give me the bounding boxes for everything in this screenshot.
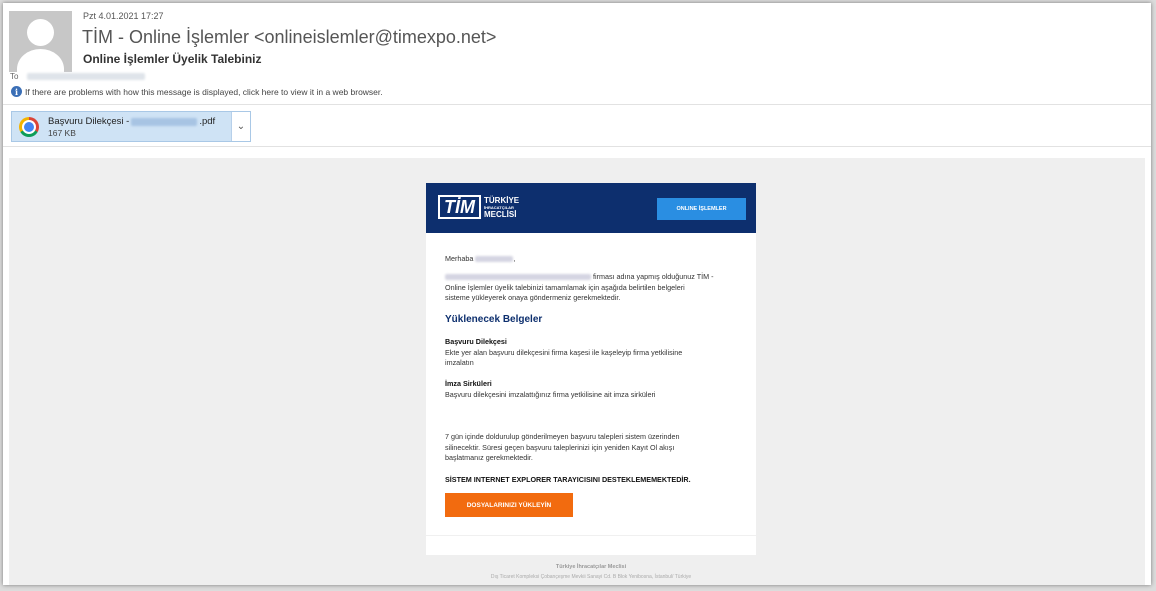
tim-logo[interactable]: TİM TÜRKİYE İHRACATÇILAR MECLİSİ — [438, 195, 519, 219]
info-text[interactable]: If there are problems with how this mess… — [25, 87, 383, 97]
divider — [3, 146, 1151, 147]
divider — [3, 104, 1151, 105]
attachment-size: 167 KB — [48, 128, 76, 138]
chrome-icon — [19, 117, 39, 137]
ie-warning: SİSTEM INTERNET EXPLORER TARAYICISINI DE… — [445, 475, 691, 484]
doc2-title: İmza Sirküleri — [445, 379, 492, 388]
online-islemler-button[interactable]: ONLINE İŞLEMLER — [657, 198, 746, 220]
footer-address: Dış Ticaret Kompleksi Çobançeşme Mevkii … — [490, 574, 692, 580]
divider — [426, 535, 756, 536]
doc2-block: İmza Sirküleri Başvuru dilekçesini imzal… — [445, 379, 656, 399]
email-sender[interactable]: TİM - Online İşlemler <onlineislemler@ti… — [82, 27, 496, 48]
company-redacted — [445, 274, 591, 281]
documents-heading: Yüklenecek Belgeler — [445, 314, 543, 325]
upload-files-button[interactable]: DOSYALARINIZI YÜKLEYİN — [445, 493, 573, 517]
deadline-paragraph: 7 gün içinde doldurulup gönderilmeyen ba… — [445, 432, 680, 462]
intro-paragraph: firması adına yapmış olduğunuz TİM - Onl… — [445, 272, 714, 302]
greeting: Merhaba , — [445, 254, 516, 263]
info-icon: i — [11, 86, 22, 97]
info-bar[interactable]: i If there are problems with how this me… — [11, 86, 383, 97]
doc1-block: Başvuru Dilekçesi Ekte yer alan başvuru … — [445, 337, 683, 367]
chevron-down-icon[interactable]: ⌄ — [231, 112, 250, 141]
email-window: Pzt 4.01.2021 17:27 TİM - Online İşlemle… — [3, 3, 1151, 585]
attachment-name: Başvuru Dilekçesi - .pdf — [48, 116, 216, 127]
email-date: Pzt 4.01.2021 17:27 — [83, 11, 164, 21]
attachment-item[interactable]: Başvuru Dilekçesi - .pdf 167 KB ⌄ — [11, 111, 251, 142]
footer-org: Türkiye İhracatçılar Meclisi — [555, 564, 627, 570]
doc1-title: Başvuru Dilekçesi — [445, 337, 507, 346]
email-subject: Online İşlemler Üyelik Talebiniz — [83, 52, 262, 66]
email-card-header: TİM TÜRKİYE İHRACATÇILAR MECLİSİ ONLINE … — [426, 183, 756, 233]
recipient-redacted — [27, 73, 145, 80]
to-label: To — [10, 72, 19, 81]
sender-avatar — [9, 11, 72, 72]
name-redacted — [475, 256, 514, 263]
email-card: TİM TÜRKİYE İHRACATÇILAR MECLİSİ ONLINE … — [426, 183, 756, 555]
attachment-name-redacted — [131, 117, 198, 126]
